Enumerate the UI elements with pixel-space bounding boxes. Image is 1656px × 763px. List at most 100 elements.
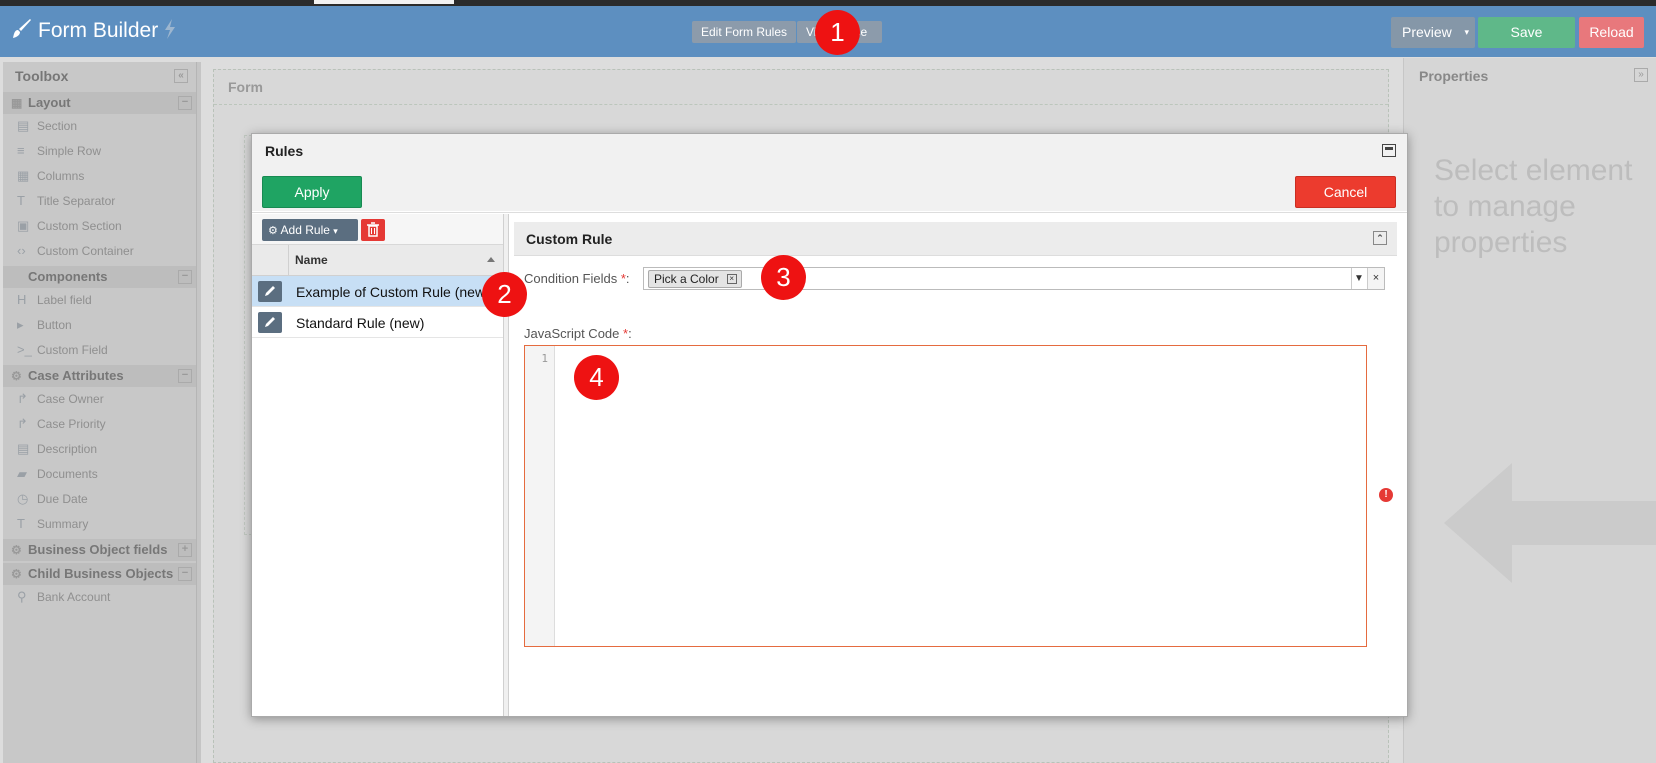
group-layout[interactable]: ▦ Layout − — [3, 92, 196, 114]
divider — [214, 104, 1388, 105]
folder-icon: ▰ — [17, 466, 27, 481]
properties-hint: Select element to manage properties — [1434, 154, 1633, 259]
group-child-business-objects[interactable]: ⚙ Child Business Objects − — [3, 563, 196, 585]
tool-simple-row[interactable]: ≡ Simple Row — [3, 139, 196, 164]
clock-icon: ◷ — [17, 491, 29, 506]
grid-icon: ▦ — [11, 96, 23, 110]
app-title: Form Builder — [38, 18, 159, 42]
preview-button[interactable]: Preview ▾ — [1391, 17, 1475, 48]
share-icon: ↱ — [17, 391, 28, 406]
brand: Form Builder — [12, 18, 176, 43]
properties-title: Properties — [1419, 68, 1489, 84]
clear-icon[interactable]: × — [1367, 268, 1384, 289]
save-button[interactable]: Save — [1478, 17, 1575, 48]
tool-description[interactable]: ▤ Description — [3, 437, 196, 462]
column-header-name[interactable]: Name — [288, 245, 503, 275]
maximize-icon[interactable] — [1382, 144, 1396, 157]
caret-right-icon: ▸ — [17, 317, 24, 332]
toolbox-header: Toolbox « — [3, 62, 196, 90]
arrow-left-icon — [1444, 463, 1656, 586]
group-components[interactable]: Components − — [3, 266, 196, 288]
pencil-icon — [265, 286, 275, 296]
list-icon: ▤ — [17, 441, 30, 456]
collapse-right-icon[interactable]: » — [1634, 68, 1648, 82]
code-icon: ‹› — [17, 243, 26, 258]
tool-label-field[interactable]: H Label field — [3, 288, 196, 313]
edit-rule-button[interactable] — [258, 312, 282, 333]
tool-custom-field[interactable]: >_ Custom Field — [3, 338, 196, 363]
rules-list-toolbar: ⚙ Add Rule ▾ — [252, 214, 503, 244]
brush-icon — [12, 18, 32, 43]
section-icon: ▤ — [17, 118, 30, 133]
condition-fields-input[interactable]: Pick a Color × ▼ × — [643, 267, 1385, 290]
rules-list-header: Name — [252, 244, 503, 276]
javascript-code-editor[interactable]: 1 — [524, 345, 1367, 647]
tool-case-owner[interactable]: ↱ Case Owner — [3, 387, 196, 412]
group-business-object-fields[interactable]: ⚙ Business Object fields + — [3, 539, 196, 561]
pin-icon: ⚲ — [17, 589, 27, 604]
tool-button[interactable]: ▸ Button — [3, 313, 196, 338]
tool-section[interactable]: ▤ Section — [3, 114, 196, 139]
terminal-icon: >_ — [17, 342, 32, 357]
gear-icon: ⚙ — [11, 567, 22, 581]
reload-button[interactable]: Reload — [1579, 17, 1644, 48]
condition-chip[interactable]: Pick a Color × — [648, 270, 742, 288]
chevron-down-icon: ▾ — [333, 226, 338, 236]
collapse-group-icon[interactable]: − — [178, 270, 192, 284]
remove-chip-icon[interactable]: × — [726, 274, 737, 284]
sort-asc-icon — [487, 257, 495, 262]
toolbox-splitter[interactable] — [196, 62, 201, 763]
gear-icon: ⚙ — [11, 369, 22, 383]
trash-icon — [367, 222, 379, 237]
collapse-group-icon[interactable]: − — [178, 567, 192, 581]
add-rule-button[interactable]: ⚙ Add Rule ▾ — [262, 219, 358, 241]
tool-documents[interactable]: ▰ Documents — [3, 462, 196, 487]
apply-button[interactable]: Apply — [262, 176, 362, 208]
collapse-left-icon[interactable]: « — [174, 69, 188, 83]
tool-due-date[interactable]: ◷ Due Date — [3, 487, 196, 512]
callout-marker: 4 — [574, 355, 619, 400]
rule-editor: Custom Rule ⌃ Condition Fields *: Pick a… — [514, 214, 1407, 716]
properties-panel: Properties » Select element to manage pr… — [1403, 58, 1656, 763]
callout-marker: 2 — [482, 272, 527, 317]
javascript-code-label: JavaScript Code *: — [524, 326, 632, 341]
edit-form-rules-button[interactable]: Edit Form Rules — [692, 21, 797, 43]
toolbox-panel: Toolbox « ▦ Layout − ▤ Section ≡ Simple Row… — [3, 62, 196, 763]
tool-bank-account[interactable]: ⚲ Bank Account — [3, 585, 196, 610]
callout-marker: 1 — [815, 10, 860, 55]
lightning-icon — [164, 19, 176, 42]
error-icon: ! — [1379, 488, 1393, 502]
cancel-button[interactable]: Cancel — [1295, 176, 1396, 208]
tool-title-separator[interactable]: T Title Separator — [3, 189, 196, 214]
tool-custom-container[interactable]: ‹› Custom Container — [3, 239, 196, 264]
collapse-up-icon[interactable]: ⌃ — [1373, 231, 1387, 245]
active-browser-tab[interactable] — [314, 0, 454, 4]
tool-summary[interactable]: T Summary — [3, 512, 196, 537]
callout-marker: 3 — [761, 255, 806, 300]
rule-row[interactable]: Standard Rule (new) — [252, 307, 503, 338]
dialog-title-bar: Rules — [252, 134, 1407, 167]
rule-name: Standard Rule (new) — [296, 315, 425, 331]
tool-custom-section[interactable]: ▣ Custom Section — [3, 214, 196, 239]
delete-rule-button[interactable] — [361, 219, 385, 241]
condition-fields-label: Condition Fields *: — [524, 271, 630, 286]
title-icon: T — [17, 193, 25, 208]
columns-icon: ▦ — [17, 168, 30, 183]
chevron-down-icon[interactable]: ▼ — [1351, 268, 1366, 289]
pencil-icon — [265, 317, 275, 327]
rule-editor-header: Custom Rule ⌃ — [514, 222, 1397, 256]
form-label: Form — [228, 79, 263, 95]
rules-dialog: Rules Apply Cancel ⚙ Add Rule ▾ Name Exa… — [251, 133, 1408, 717]
rule-row[interactable]: Example of Custom Rule (new) — [252, 276, 503, 307]
expand-group-icon[interactable]: + — [178, 543, 192, 557]
tool-case-priority[interactable]: ↱ Case Priority — [3, 412, 196, 437]
collapse-group-icon[interactable]: − — [178, 369, 192, 383]
gear-icon: ⚙ — [11, 543, 22, 557]
group-case-attributes[interactable]: ⚙ Case Attributes − — [3, 365, 196, 387]
line-number-gutter: 1 — [525, 346, 555, 646]
rows-icon: ≡ — [17, 143, 25, 158]
tool-columns[interactable]: ▦ Columns — [3, 164, 196, 189]
share-icon: ↱ — [17, 416, 28, 431]
collapse-group-icon[interactable]: − — [178, 96, 192, 110]
edit-rule-button[interactable] — [258, 281, 282, 302]
